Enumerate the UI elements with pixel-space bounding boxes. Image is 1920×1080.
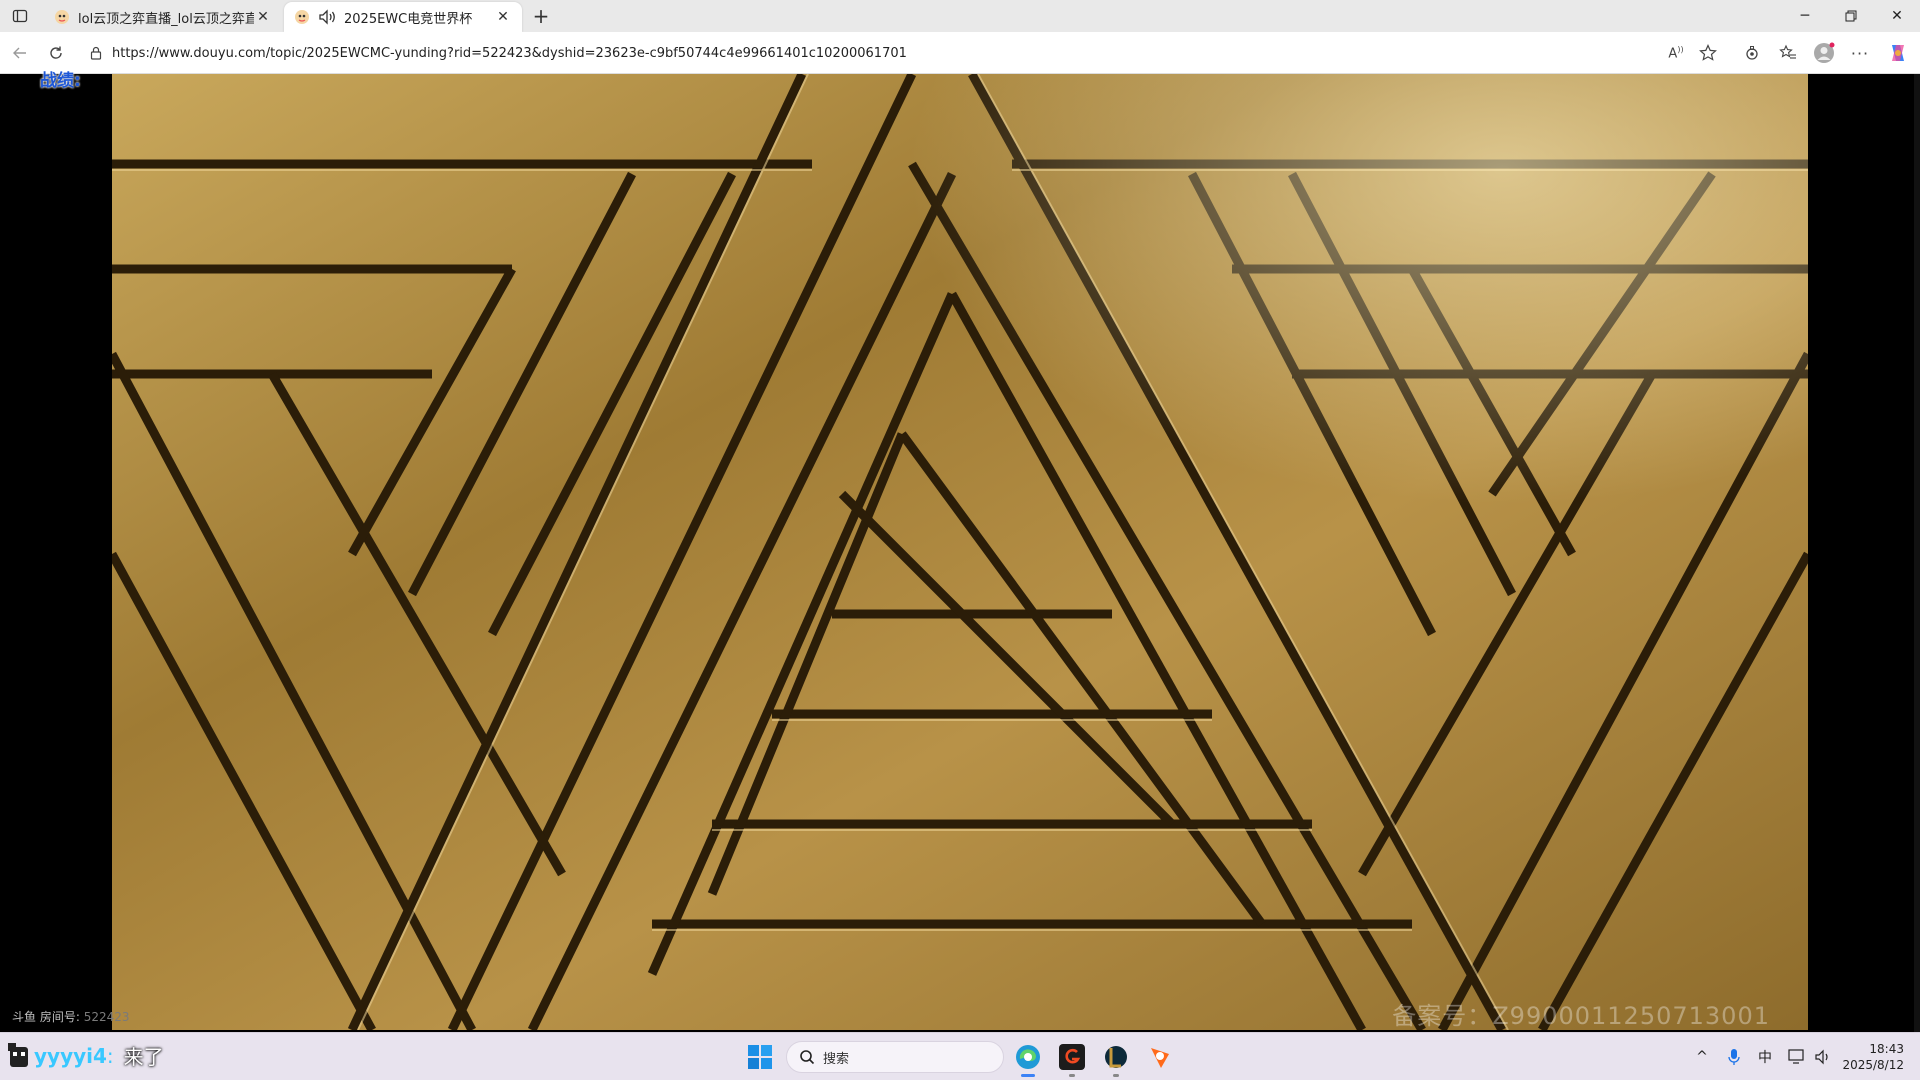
minimize-button[interactable]: ─ [1782, 0, 1828, 32]
restore-icon [1845, 10, 1857, 22]
search-placeholder: 搜索 [823, 1051, 850, 1067]
minimize-icon: ─ [1800, 8, 1810, 24]
running-indicator [1113, 1074, 1119, 1077]
start-button[interactable] [746, 1043, 774, 1071]
running-indicator [1021, 1074, 1035, 1077]
tab-lol-tft-live[interactable]: lol云顶之弈直播_lol云顶之弈直播 ✕ [44, 2, 282, 32]
copilot-button[interactable] [1886, 41, 1910, 65]
close-icon: ✕ [1891, 8, 1903, 24]
douyu-favicon-icon [55, 10, 69, 24]
refresh-button[interactable] [44, 41, 68, 65]
user-avatar-icon [8, 1042, 28, 1067]
show-hidden-icons-button[interactable]: ^ [1692, 1045, 1712, 1069]
lock-icon[interactable] [88, 45, 104, 61]
taskbar-search[interactable]: 搜索 [786, 1041, 1004, 1073]
tab-title: lol云顶之弈直播_lol云顶之弈直播 [78, 11, 254, 27]
app-g-icon [1059, 1044, 1085, 1070]
new-tab-button[interactable]: + [528, 4, 554, 28]
profile-button[interactable] [1812, 41, 1836, 65]
danmu-separator: : [106, 1043, 114, 1068]
favorites-list-icon [1779, 44, 1796, 59]
room-id-label: 斗鱼 房间号: 522423 [12, 1008, 130, 1025]
browser-tab-strip: lol云顶之弈直播_lol云顶之弈直播 ✕ 2025EWC电竞世界杯 ✕ + ─… [0, 0, 1920, 32]
speaker-icon [1815, 1049, 1828, 1065]
avatar-icon [1814, 42, 1835, 63]
plus-icon: + [532, 4, 550, 28]
microphone-button[interactable] [1724, 1045, 1744, 1069]
league-client-icon [1105, 1046, 1127, 1068]
back-button[interactable] [8, 41, 32, 65]
read-aloud-button[interactable]: A)) [1664, 41, 1688, 65]
room-id-number: 522423 [83, 1010, 130, 1024]
favorite-button[interactable] [1696, 41, 1720, 65]
network-button[interactable] [1786, 1045, 1808, 1069]
ime-indicator[interactable]: 中 [1754, 1045, 1776, 1069]
windows-logo-icon [748, 1045, 772, 1069]
arrow-left-icon [13, 47, 26, 59]
taskbar-app-4[interactable] [1144, 1041, 1176, 1073]
star-icon [1699, 44, 1717, 61]
extension-icon [1746, 46, 1758, 60]
douyu-app-icon [1151, 1048, 1169, 1068]
copilot-icon [1892, 45, 1904, 61]
room-id-prefix: 斗鱼 房间号: [12, 1010, 80, 1024]
tab-actions-icon [12, 9, 28, 23]
url-text: https://www.douyu.com/topic/2025EWCMC-yu… [112, 45, 907, 61]
clock-date: 2025/8/12 [1842, 1058, 1904, 1072]
clock-time: 18:43 [1869, 1042, 1904, 1056]
taskbar-app-2[interactable] [1056, 1041, 1088, 1077]
tab-actions-button[interactable] [8, 5, 32, 27]
search-icon [800, 1050, 815, 1065]
danmu-username: yyyyi4 [34, 1043, 107, 1068]
collections-button[interactable] [1776, 41, 1800, 65]
golden-geometric-background [112, 74, 1808, 1030]
taskbar-app-3[interactable] [1100, 1041, 1132, 1077]
taskbar-edge-app[interactable] [1012, 1041, 1044, 1077]
danmu-overlay: yyyyi4 : 来了 [8, 1041, 164, 1070]
tab-title: 2025EWC电竞世界杯 [344, 11, 473, 27]
page-content: 战绩: 斗鱼 房间号: 522423 备案号：Z990001125071300​… [0, 71, 1920, 1032]
edge-browser-icon [1016, 1045, 1040, 1069]
speaker-icon[interactable] [318, 9, 338, 25]
volume-button[interactable] [1812, 1045, 1834, 1069]
restore-button[interactable] [1828, 0, 1874, 32]
more-dots-icon: ··· [1850, 43, 1870, 63]
windows-taskbar: yyyyi4 : 来了 搜索 ^ 中 18:43 2025/8/12 [0, 1032, 1920, 1080]
close-tab-icon[interactable]: ✕ [254, 8, 272, 26]
microphone-icon [1728, 1049, 1740, 1065]
close-window-button[interactable]: ✕ [1874, 0, 1920, 32]
douyu-favicon-icon [295, 10, 309, 24]
browser-toolbar: https://www.douyu.com/topic/2025EWCMC-yu… [0, 32, 1920, 74]
danmu-message: 来了 [123, 1045, 164, 1069]
record-label: 战绩: [40, 71, 81, 91]
system-clock[interactable]: 18:43 2025/8/12 [1842, 1041, 1904, 1073]
icp-watermark: 备案号：Z990001125071300​1 [1392, 1002, 1770, 1030]
network-icon [1788, 1049, 1804, 1064]
tab-ewc-2025[interactable]: 2025EWC电竞世界杯 ✕ [284, 2, 522, 32]
extensions-button[interactable] [1740, 41, 1764, 65]
address-bar[interactable]: https://www.douyu.com/topic/2025EWCMC-yu… [82, 38, 1682, 68]
running-indicator [1069, 1074, 1075, 1077]
close-tab-icon[interactable]: ✕ [494, 8, 512, 26]
more-menu-button[interactable]: ··· [1848, 41, 1872, 65]
page-scrollbar[interactable] [1914, 74, 1920, 1032]
chevron-up-icon: ^ [1696, 1049, 1708, 1065]
read-aloud-icon: A)) [1668, 44, 1684, 62]
refresh-icon [50, 46, 62, 59]
live-video-player[interactable] [112, 74, 1808, 1030]
